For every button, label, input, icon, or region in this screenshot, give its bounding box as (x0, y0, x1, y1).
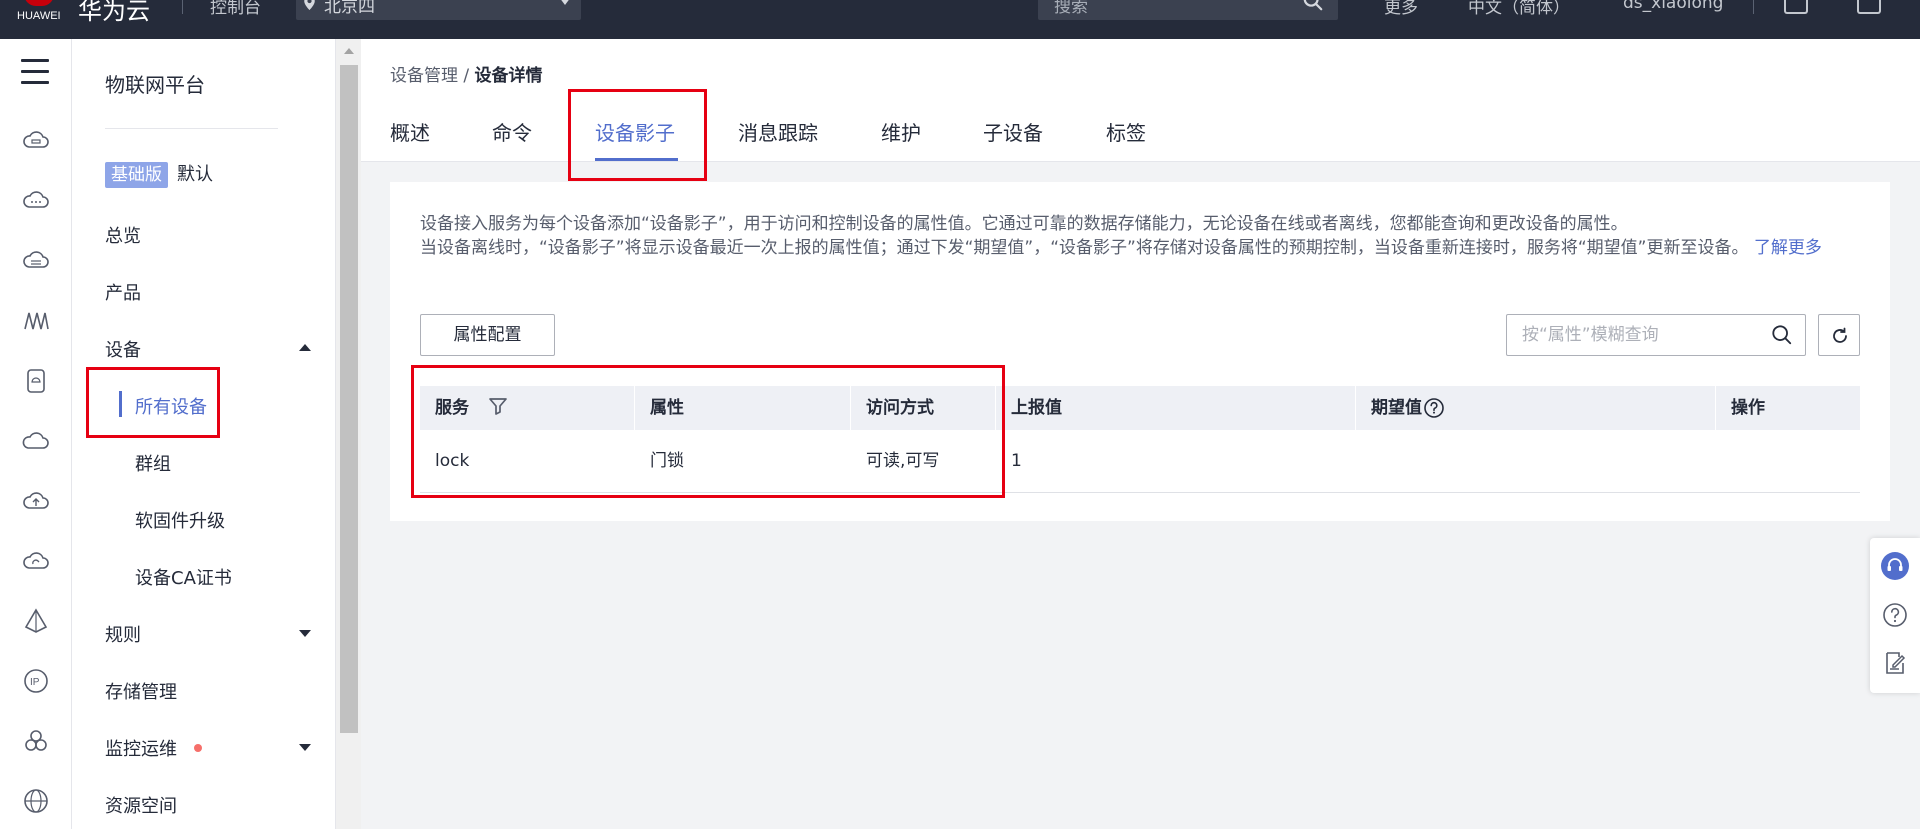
instance-selector[interactable]: 默认 (177, 162, 213, 188)
pyramid-icon[interactable] (22, 607, 50, 635)
breadcrumb-current: 设备详情 (474, 66, 543, 86)
global-search-placeholder: 搜索 (1054, 0, 1088, 17)
sidebar-item-groups[interactable]: 群组 (135, 450, 171, 476)
device-icon[interactable] (22, 367, 50, 395)
annotation-box (568, 89, 707, 181)
breadcrumb-parent[interactable]: 设备管理 (390, 66, 458, 86)
feedback-edit-icon[interactable] (1881, 649, 1909, 677)
column-header-desired: 期望值 (1371, 398, 1422, 418)
annotation-box (86, 367, 220, 438)
learn-more-link[interactable]: 了解更多 (1754, 238, 1822, 258)
column-divider (1355, 386, 1356, 430)
notification-dot (194, 744, 202, 752)
shadow-description: 设备接入服务为每个设备添加“设备影子”，用于访问和控制设备的属性值。它通过可靠的… (420, 212, 1860, 260)
sidebar-item-overview[interactable]: 总览 (105, 222, 141, 248)
chevron-down-icon (559, 0, 571, 5)
column-divider (1715, 386, 1716, 430)
floating-toolbar (1870, 538, 1920, 693)
tab-overview[interactable]: 概述 (390, 117, 430, 146)
sidebar-title: 物联网平台 (105, 73, 205, 97)
location-pin-icon (304, 0, 315, 10)
sidebar-item-ca-certificate[interactable]: 设备CA证书 (135, 564, 232, 590)
device-shadow-panel: 设备接入服务为每个设备添加“设备影子”，用于访问和控制设备的属性值。它通过可靠的… (390, 182, 1890, 521)
globe-icon[interactable] (22, 787, 50, 815)
huawei-logo[interactable]: HUAWEI (14, 0, 64, 38)
topbar-divider (182, 0, 183, 14)
scrollbar-thumb[interactable] (340, 65, 358, 733)
sidebar-item-devices[interactable]: 设备 (105, 336, 141, 362)
svg-text:IP: IP (30, 677, 40, 688)
description-line-2: 当设备离线时，“设备影子”将显示设备最近一次上报的属性值；通过下发“期望值”，“… (420, 236, 1860, 260)
content-header: 设备管理 / 设备详情 概述 命令 设备影子 消息跟踪 维护 子设备 标签 (361, 39, 1920, 181)
description-line-1: 设备接入服务为每个设备添加“设备影子”，用于访问和控制设备的属性值。它通过可靠的… (420, 214, 1628, 234)
waveform-icon[interactable] (22, 307, 50, 335)
column-header-reported: 上报值 (1011, 398, 1062, 418)
annotation-box (411, 365, 1005, 498)
cloud-database-icon[interactable] (22, 247, 50, 275)
terminal-icon[interactable] (1784, 0, 1808, 14)
description-line-2-text: 当设备离线时，“设备影子”将显示设备最近一次上报的属性值；通过下发“期望值”，“… (420, 238, 1749, 258)
help-icon[interactable] (1881, 601, 1909, 629)
edition-badge: 基础版 (105, 162, 168, 188)
cloud-icon[interactable] (22, 427, 50, 455)
sidebar-item-resource-space[interactable]: 资源空间 (105, 792, 177, 818)
scroll-up-arrow-icon[interactable] (344, 48, 354, 54)
sidebar-item-rules[interactable]: 规则 (105, 621, 141, 647)
breadcrumb: 设备管理 / 设备详情 (390, 61, 543, 86)
help-circle-icon[interactable] (1423, 397, 1445, 419)
tab-tags[interactable]: 标签 (1106, 117, 1146, 146)
search-icon[interactable] (1302, 0, 1324, 12)
sidebar-divider (105, 128, 278, 129)
tab-child-devices[interactable]: 子设备 (983, 117, 1043, 146)
refresh-button[interactable] (1818, 314, 1860, 356)
region-label: 北京四 (324, 0, 375, 17)
chevron-down-icon[interactable] (299, 630, 311, 637)
ip-icon[interactable]: IP (22, 667, 50, 695)
tab-maintenance[interactable]: 维护 (881, 117, 921, 146)
language-selector[interactable]: 中文（简体） (1468, 0, 1570, 18)
sidebar-item-firmware-upgrade[interactable]: 软固件升级 (135, 507, 225, 533)
search-icon[interactable] (1771, 324, 1793, 346)
property-search-input[interactable] (1508, 316, 1758, 354)
tab-message-trace[interactable]: 消息跟踪 (738, 117, 818, 146)
huawei-logo-mark (24, 0, 54, 6)
message-icon[interactable] (1857, 0, 1881, 14)
refresh-icon (1833, 327, 1847, 343)
cell-reported: 1 (1011, 451, 1022, 471)
user-menu[interactable]: ds_xiaolong (1623, 0, 1723, 13)
global-search-input[interactable]: 搜索 (1038, 0, 1338, 20)
cloud-name[interactable]: 华为云 (78, 0, 150, 26)
sidebar-item-products[interactable]: 产品 (105, 279, 141, 305)
cloud-upload-icon[interactable] (22, 487, 50, 515)
region-selector[interactable]: 北京四 (296, 0, 581, 20)
property-config-button[interactable]: 属性配置 (420, 314, 555, 356)
cloud-server-icon[interactable] (22, 127, 50, 155)
cluster-icon[interactable] (22, 727, 50, 755)
service-icon-rail: IP (0, 39, 72, 829)
breadcrumb-separator: / (458, 66, 475, 86)
iot-platform-sidebar: 物联网平台 基础版 默认 总览 产品 设备 所有设备 群组 软固件升级 设备CA… (72, 39, 335, 829)
sidebar-scrollbar[interactable] (335, 39, 361, 829)
chevron-up-icon[interactable] (299, 344, 311, 351)
sidebar-item-monitoring[interactable]: 监控运维 (105, 735, 177, 761)
chevron-down-icon[interactable] (299, 744, 311, 751)
top-bar: HUAWEI 华为云 控制台 北京四 搜索 更多 中文（简体） ds_xiaol… (0, 0, 1920, 39)
cloud-chat-icon[interactable] (22, 187, 50, 215)
huawei-logo-text: HUAWEI (17, 10, 61, 22)
customer-service-icon[interactable] (1881, 552, 1909, 580)
property-search-field (1506, 314, 1806, 356)
tab-commands[interactable]: 命令 (492, 117, 532, 146)
cloud-refresh-icon[interactable] (22, 547, 50, 575)
sidebar-item-storage[interactable]: 存储管理 (105, 678, 177, 704)
column-header-actions: 操作 (1731, 398, 1765, 418)
topbar-divider (1753, 0, 1754, 14)
menu-icon[interactable] (21, 59, 49, 84)
console-link[interactable]: 控制台 (210, 0, 261, 18)
more-menu[interactable]: 更多 (1384, 0, 1418, 18)
